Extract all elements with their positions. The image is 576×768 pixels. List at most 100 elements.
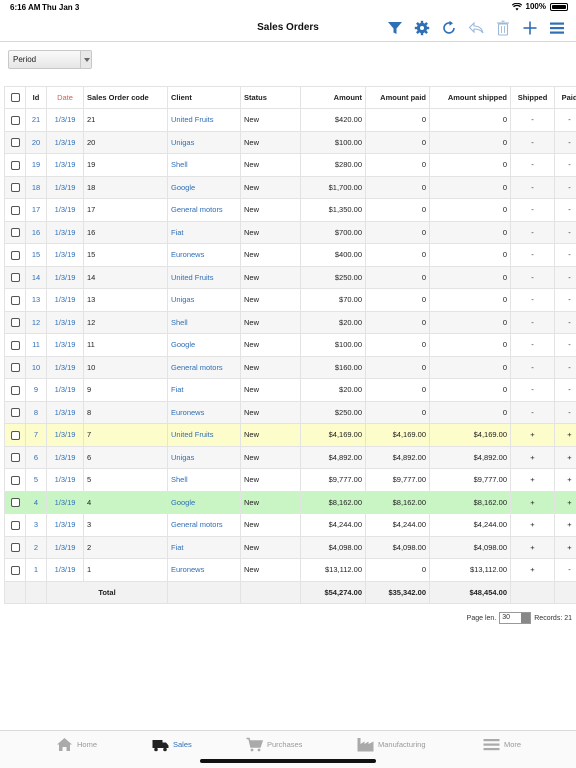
cell-client[interactable]: United Fruits [167, 423, 241, 447]
row-checkbox[interactable] [10, 295, 20, 305]
row-checkbox-cell[interactable] [4, 468, 26, 492]
table-row[interactable]: 4 1/3/19 4 Google New $8,162.00 $8,162.00 $8,16… [4, 490, 576, 514]
refresh-icon[interactable] [440, 19, 458, 37]
cell-date[interactable]: 1/3/19 [46, 535, 84, 559]
row-checkbox-cell[interactable] [4, 400, 26, 424]
row-checkbox[interactable] [10, 363, 20, 372]
row-checkbox[interactable] [10, 430, 20, 440]
cell-client[interactable]: General motors [167, 198, 241, 222]
plus-icon[interactable] [521, 19, 539, 37]
cell-client[interactable]: General motors [167, 355, 241, 379]
cell-client[interactable]: General motors [167, 513, 241, 537]
filter-icon[interactable] [386, 19, 404, 37]
row-checkbox-cell[interactable] [4, 243, 26, 267]
cell-client[interactable]: Unigas [167, 130, 241, 154]
cell-date[interactable]: 1/3/19 [46, 333, 84, 357]
cell-id[interactable]: 1 [25, 558, 47, 582]
table-row[interactable]: 9 1/3/19 9 Fiat New $20.00 0 0- - [4, 378, 576, 402]
cell-id[interactable]: 21 [25, 108, 47, 132]
row-checkbox[interactable] [10, 318, 20, 327]
cell-id[interactable]: 12 [25, 310, 47, 334]
tab-sales[interactable]: Sales [152, 737, 192, 752]
cell-date[interactable]: 1/3/19 [46, 445, 84, 469]
cell-id[interactable]: 2 [25, 535, 47, 559]
table-row[interactable]: 14 1/3/19 14 United Fruits New $250.00 0 0- - [4, 265, 576, 289]
cell-id[interactable]: 20 [25, 130, 47, 154]
table-row[interactable]: 18 1/3/19 18 Google New $1,700.00 0 0- - [4, 175, 576, 199]
table-row[interactable]: 16 1/3/19 16 Fiat New $700.00 0 0- - [4, 220, 576, 244]
tab-more[interactable]: More [483, 737, 521, 752]
table-row[interactable]: 3 1/3/19 3 General motors New $4,244.00 $4,244… [4, 513, 576, 537]
cell-id[interactable]: 19 [25, 153, 47, 177]
page-len-select[interactable]: 30 [499, 612, 532, 624]
cell-date[interactable]: 1/3/19 [46, 400, 84, 424]
cell-date[interactable]: 1/3/19 [46, 130, 84, 154]
row-checkbox-cell[interactable] [4, 445, 26, 469]
table-row[interactable]: 6 1/3/19 6 Unigas New $4,892.00 $4,892.00 $4,89… [4, 445, 576, 469]
row-checkbox[interactable] [10, 408, 20, 417]
row-checkbox-cell[interactable] [4, 175, 26, 199]
trash-icon[interactable] [494, 19, 512, 37]
row-checkbox-cell[interactable] [4, 378, 26, 402]
cell-client[interactable]: Shell [167, 153, 241, 177]
reply-icon[interactable] [467, 19, 485, 37]
column-header-code[interactable]: Sales Order code [83, 86, 168, 109]
cell-date[interactable]: 1/3/19 [46, 153, 84, 177]
cell-client[interactable]: Fiat [167, 378, 241, 402]
table-row[interactable]: 7 1/3/19 7 United Fruits New $4,169.00 $4,169.… [4, 423, 576, 447]
cell-id[interactable]: 8 [25, 400, 47, 424]
cell-id[interactable]: 5 [25, 468, 47, 492]
cell-client[interactable]: Euronews [167, 400, 241, 424]
table-row[interactable]: 19 1/3/19 19 Shell New $280.00 0 0- - [4, 153, 576, 177]
row-checkbox[interactable] [10, 250, 20, 260]
select-all-checkbox-cell[interactable] [4, 86, 26, 109]
table-row[interactable]: 20 1/3/19 20 Unigas New $100.00 0 0- - [4, 130, 576, 154]
cell-client[interactable]: United Fruits [167, 108, 241, 132]
row-checkbox-cell[interactable] [4, 108, 26, 132]
column-header-shipped[interactable]: Shipped [510, 86, 555, 109]
table-row[interactable]: 8 1/3/19 8 Euronews New $250.00 0 0- - [4, 400, 576, 424]
column-header-date[interactable]: Date [46, 86, 84, 109]
row-checkbox[interactable] [10, 520, 20, 530]
tab-purchases[interactable]: Purchases [246, 737, 302, 752]
cell-client[interactable]: Unigas [167, 445, 241, 469]
cell-date[interactable]: 1/3/19 [46, 288, 84, 312]
table-row[interactable]: 5 1/3/19 5 Shell New $9,777.00 $9,777.00 $9,777… [4, 468, 576, 492]
menu-icon[interactable] [548, 19, 566, 37]
table-row[interactable]: 15 1/3/19 15 Euronews New $400.00 0 0- - [4, 243, 576, 267]
table-row[interactable]: 13 1/3/19 13 Unigas New $70.00 0 0- - [4, 288, 576, 312]
cell-date[interactable]: 1/3/19 [46, 198, 84, 222]
cell-date[interactable]: 1/3/19 [46, 513, 84, 537]
cell-id[interactable]: 13 [25, 288, 47, 312]
cell-client[interactable]: Fiat [167, 220, 241, 244]
row-checkbox-cell[interactable] [4, 265, 26, 289]
column-header-amount-paid[interactable]: Amount paid [365, 86, 430, 109]
cell-client[interactable]: Google [167, 175, 241, 199]
row-checkbox[interactable] [10, 273, 20, 282]
table-row[interactable]: 17 1/3/19 17 General motors New $1,350.00 0 0- - [4, 198, 576, 222]
gear-icon[interactable] [413, 19, 431, 37]
tab-manufacturing[interactable]: Manufacturing [357, 737, 426, 752]
row-checkbox[interactable] [10, 453, 20, 462]
cell-id[interactable]: 6 [25, 445, 47, 469]
cell-id[interactable]: 9 [25, 378, 47, 402]
row-checkbox[interactable] [10, 160, 20, 170]
cell-date[interactable]: 1/3/19 [46, 558, 84, 582]
cell-client[interactable]: Google [167, 333, 241, 357]
table-row[interactable]: 1 1/3/19 1 Euronews New $13,112.00 0 $13,112.00… [4, 558, 576, 582]
cell-client[interactable]: Fiat [167, 535, 241, 559]
row-checkbox-cell[interactable] [4, 130, 26, 154]
cell-client[interactable]: Euronews [167, 243, 241, 267]
row-checkbox-cell[interactable] [4, 355, 26, 379]
column-header-amount-shipped[interactable]: Amount shipped [429, 86, 511, 109]
cell-id[interactable]: 15 [25, 243, 47, 267]
cell-id[interactable]: 18 [25, 175, 47, 199]
row-checkbox[interactable] [10, 385, 20, 395]
table-row[interactable]: 2 1/3/19 2 Fiat New $4,098.00 $4,098.00 $4,098.… [4, 535, 576, 559]
period-select[interactable]: Period [8, 50, 92, 69]
table-row[interactable]: 12 1/3/19 12 Shell New $20.00 0 0- - [4, 310, 576, 334]
cell-id[interactable]: 17 [25, 198, 47, 222]
cell-id[interactable]: 11 [25, 333, 47, 357]
table-row[interactable]: 11 1/3/19 11 Google New $100.00 0 0- - [4, 333, 576, 357]
table-row[interactable]: 21 1/3/19 21 United Fruits New $420.00 0 0- - [4, 108, 576, 132]
